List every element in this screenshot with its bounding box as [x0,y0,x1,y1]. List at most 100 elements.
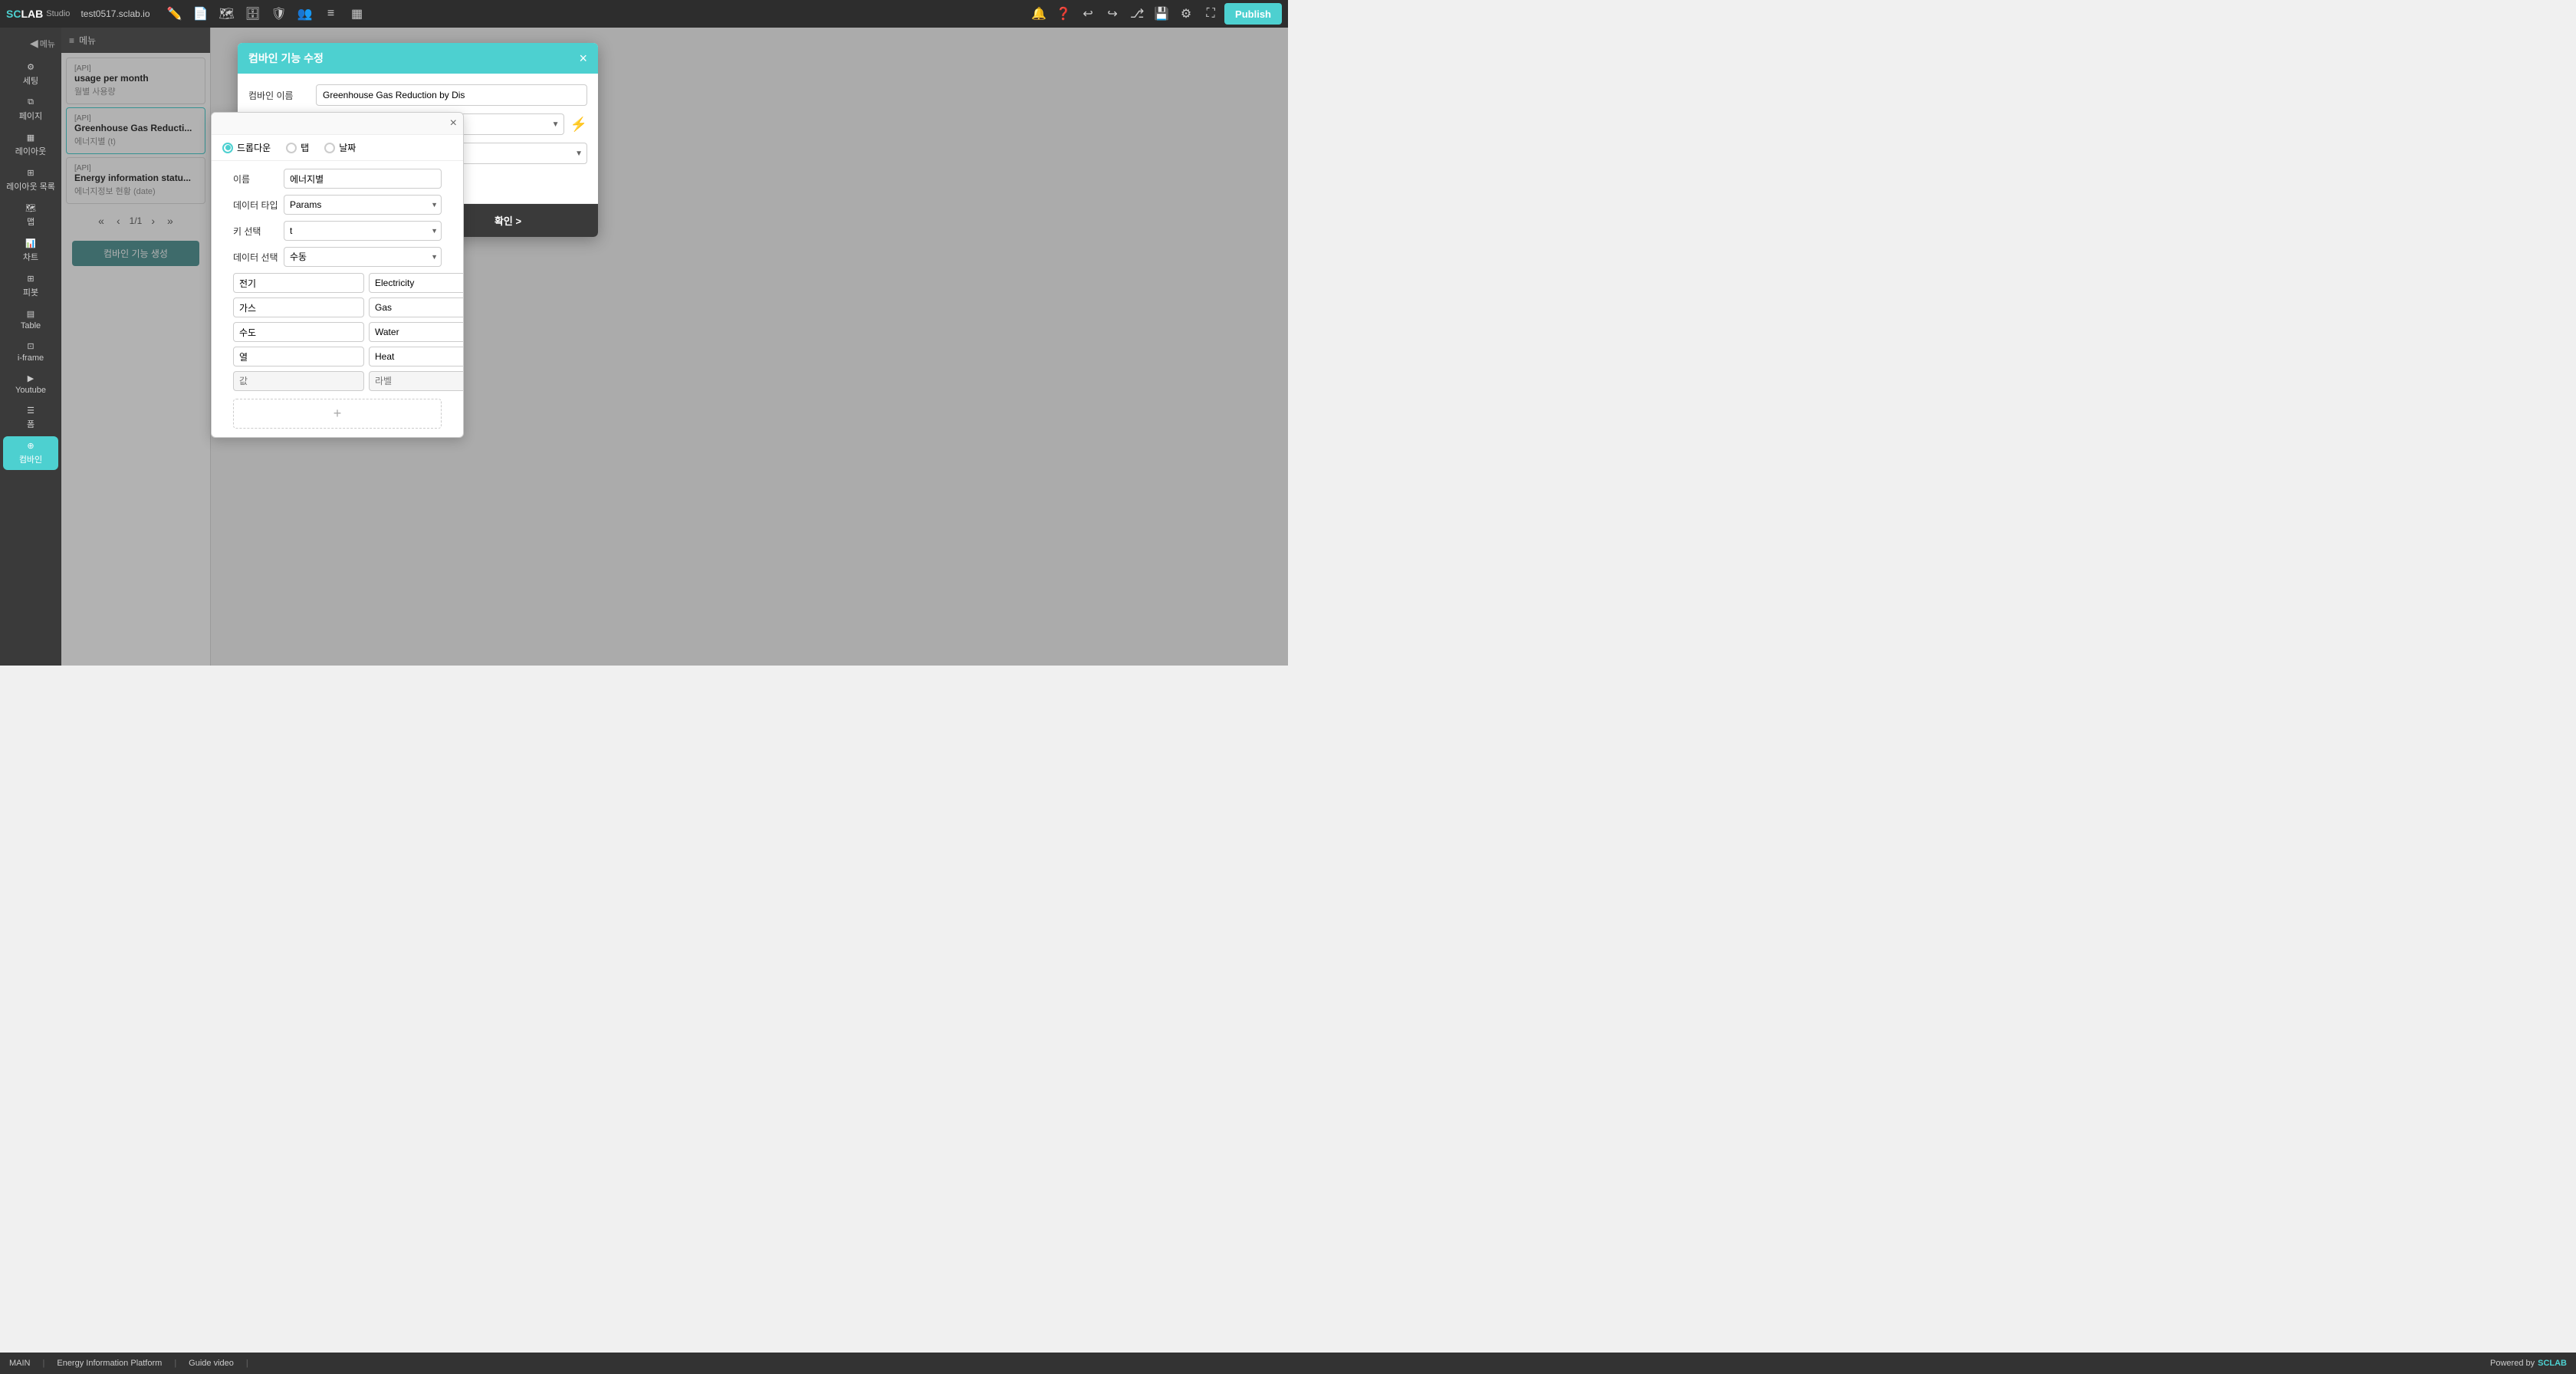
inner-row-name: 이름 [233,169,442,189]
sidebar-item-chart[interactable]: 📊 차트 [3,234,58,268]
radio-label-dropdown: 드롭다운 [237,141,271,154]
sidebar-item-pivot[interactable]: ⊞ 피봇 [3,269,58,303]
data-row-2: 🗑 [233,322,442,342]
radio-circle-dropdown [222,143,233,153]
platform-label: Energy Information Platform [57,1359,162,1368]
data-row-0: 🗑 [233,273,442,293]
data-row-key-4[interactable] [233,371,364,391]
shield-icon[interactable]: 🛡 [268,3,290,25]
bar-chart-icon: 📊 [25,238,36,248]
name-input[interactable] [316,84,587,106]
sidebar-item-combine[interactable]: ⊕ 컴바인 [3,436,58,470]
settings-icon[interactable]: ⚙ [1175,3,1197,25]
sidebar-item-table[interactable]: ▤ Table [3,304,58,335]
edit-icon[interactable]: ✏️ [164,3,186,25]
data-row-val-1[interactable] [369,297,463,317]
radio-tab[interactable]: 탭 [286,141,309,154]
pivot-icon: ⊞ [27,274,34,284]
sidebar-item-layout-list[interactable]: ⊞ 레이아웃 목록 [3,163,58,197]
sidebar-item-iframe[interactable]: ⊡ i-frame [3,337,58,367]
topbar-right: 🔔 ❓ ↩ ↪ ⎇ 💾 ⚙ ⛶ Publish [1028,3,1282,25]
sidebar-item-form[interactable]: ☰ 폼 [3,401,58,435]
sidebar-item-youtube[interactable]: ▶ Youtube [3,369,58,399]
list-grid-icon: ⊞ [27,168,34,178]
sidebar-toggle[interactable]: ◀ 메뉴 [0,34,61,53]
inner-key-select-wrap: t ▼ [284,221,442,241]
data-row-key-3[interactable] [233,347,364,367]
domain-label: test0517.sclab.io [80,8,150,19]
data-row-val-2[interactable] [369,322,463,342]
sidebar-label-page: 페이지 [19,110,42,122]
data-row-key-2[interactable] [233,322,364,342]
publish-button[interactable]: Publish [1224,3,1282,25]
bell-icon[interactable]: 🔔 [1028,3,1050,25]
help-icon[interactable]: ❓ [1053,3,1074,25]
lightning-icon[interactable]: ⚡ [570,117,587,133]
sidebar-label-iframe: i-frame [18,353,44,363]
main-label: MAIN [9,1359,31,1368]
expand-icon[interactable]: ⛶ [1200,3,1221,25]
modal-main-header: 컴바인 기능 수정 × [238,43,598,74]
save-icon[interactable]: 💾 [1151,3,1172,25]
inner-datatype-select-wrap: Params ▼ [284,195,442,215]
card-icon[interactable]: ▦ [347,3,368,25]
data-row-key-0[interactable] [233,273,364,293]
data-row-val-0[interactable] [369,273,463,293]
gear-icon: ⚙ [27,62,34,72]
modal-main-title: 컴바인 기능 수정 [248,51,324,66]
data-row-val-4[interactable] [369,371,463,391]
divider2: | [174,1359,176,1368]
data-rows: 🗑 🗑 🗑 [233,273,442,391]
file-icon[interactable]: 📄 [190,3,212,25]
modal-inner-header: × [212,113,463,135]
sidebar-label-layout-list: 레이아웃 목록 [6,180,55,192]
logo-sc: SCLAB [6,8,43,20]
inner-row-key: 키 선택 t ▼ [233,221,442,241]
modal-inner-close[interactable]: × [450,117,457,130]
radio-group: 드롭다운 탭 날짜 [212,135,463,161]
logo: SCLAB Studio [6,8,70,20]
data-row-val-3[interactable] [369,347,463,367]
sidebar-item-page[interactable]: ⧉ 페이지 [3,93,58,127]
inner-name-input[interactable] [284,169,442,189]
table-icon: ▤ [27,309,34,319]
sidebar-item-settings[interactable]: ⚙ 세팅 [3,58,58,91]
add-row-button[interactable]: + [233,399,442,429]
data-row-key-1[interactable] [233,297,364,317]
modal-main-close[interactable]: × [579,51,587,65]
sidebar-item-layout[interactable]: ▦ 레이아웃 [3,128,58,162]
inner-dataselect-label: 데이터 선택 [233,251,279,264]
users-icon[interactable]: 👥 [294,3,316,25]
grid-icon: ▦ [27,133,34,143]
inner-row-dataselect: 데이터 선택 수동 ▼ [233,247,442,267]
inner-key-select[interactable]: t [284,221,442,241]
map-icon[interactable]: 🗺 [216,3,238,25]
sidebar-item-map[interactable]: 🗺 맵 [3,199,58,232]
inner-row-datatype: 데이터 타입 Params ▼ [233,195,442,215]
share-icon[interactable]: ⎇ [1126,3,1148,25]
inner-datatype-select[interactable]: Params [284,195,442,215]
inner-dataselect-select[interactable]: 수동 [284,247,442,267]
redo-icon[interactable]: ↪ [1102,3,1123,25]
radio-circle-tab [286,143,297,153]
radio-label-date: 날짜 [339,141,356,154]
sidebar: ◀ 메뉴 ⚙ 세팅 ⧉ 페이지 ▦ 레이아웃 ⊞ 레이아웃 목록 🗺 맵 📊 차… [0,28,61,666]
sidebar-label-form: 폼 [27,418,34,430]
list-icon[interactable]: ≡ [320,3,342,25]
map-nav-icon: 🗺 [25,203,36,213]
radio-dropdown[interactable]: 드롭다운 [222,141,271,154]
undo-icon[interactable]: ↩ [1077,3,1099,25]
data-row-4 [233,371,442,391]
radio-date[interactable]: 날짜 [324,141,356,154]
inner-key-label: 키 선택 [233,225,279,238]
name-label: 컴바인 이름 [248,89,310,102]
inner-dataselect-select-wrap: 수동 ▼ [284,247,442,267]
divider3: | [246,1359,248,1368]
inner-form: 이름 데이터 타입 Params ▼ 키 선택 [222,161,452,436]
db-icon[interactable]: 🗄 [242,3,264,25]
guide-label: Guide video [189,1359,234,1368]
modal-inner: × 드롭다운 탭 날짜 이름 [211,112,464,438]
sidebar-label-pivot: 피봇 [23,286,38,298]
sidebar-label-settings: 세팅 [23,74,38,87]
youtube-icon: ▶ [28,373,34,383]
